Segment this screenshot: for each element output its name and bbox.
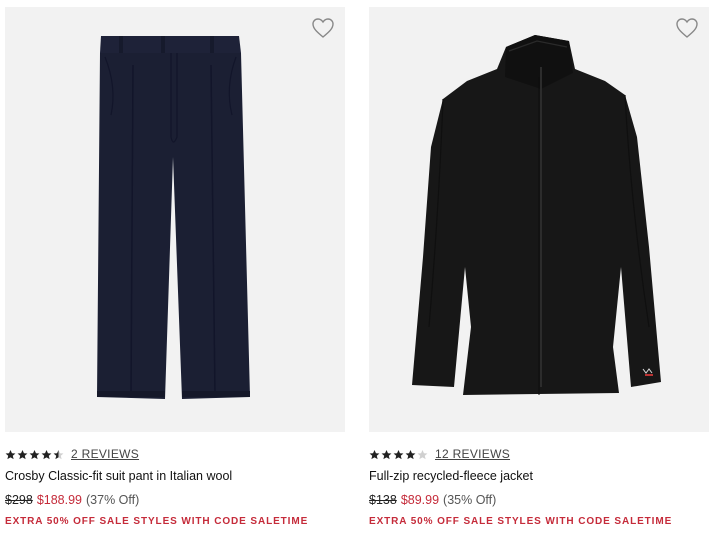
product-image[interactable] bbox=[5, 7, 345, 432]
original-price: $138 bbox=[369, 493, 397, 507]
reviews-link[interactable]: 12 REVIEWS bbox=[435, 447, 510, 461]
sale-price: $188.99 bbox=[36, 493, 82, 507]
product-title[interactable]: Full-zip recycled-fleece jacket bbox=[369, 469, 533, 483]
price-row: $298 $188.99 (37% Off) bbox=[5, 493, 139, 507]
sale-price: $89.99 bbox=[400, 493, 440, 507]
reviews-link[interactable]: 2 REVIEWS bbox=[71, 447, 139, 461]
star-filled-icon bbox=[369, 449, 380, 459]
fleece-jacket-image bbox=[412, 35, 661, 395]
star-filled-icon bbox=[405, 449, 416, 459]
rating-row: 2 REVIEWS bbox=[5, 446, 139, 462]
promo-message: EXTRA 50% OFF SALE STYLES WITH CODE SALE… bbox=[5, 516, 309, 527]
discount-percent: (35% Off) bbox=[443, 493, 497, 507]
star-filled-icon bbox=[5, 449, 16, 459]
price-row: $138 $89.99 (35% Off) bbox=[369, 493, 496, 507]
discount-percent: (37% Off) bbox=[86, 493, 140, 507]
suit-pant-image bbox=[97, 36, 250, 399]
product-title[interactable]: Crosby Classic-fit suit pant in Italian … bbox=[5, 469, 232, 483]
original-price: $298 bbox=[5, 493, 33, 507]
product-card[interactable]: 12 REVIEWS Full-zip recycled-fleece jack… bbox=[369, 7, 709, 527]
product-card[interactable]: 2 REVIEWS Crosby Classic-fit suit pant i… bbox=[5, 7, 345, 527]
star-filled-icon bbox=[393, 449, 404, 459]
rating-row: 12 REVIEWS bbox=[369, 446, 510, 462]
star-filled-icon bbox=[381, 449, 392, 459]
heart-outline-icon[interactable] bbox=[675, 17, 699, 39]
star-empty-icon bbox=[417, 449, 428, 459]
star-half-icon bbox=[53, 449, 64, 459]
product-image[interactable] bbox=[369, 7, 709, 432]
star-filled-icon bbox=[41, 449, 52, 459]
star-rating bbox=[369, 449, 428, 460]
star-filled-icon bbox=[17, 449, 28, 459]
star-filled-icon bbox=[29, 449, 40, 459]
promo-message: EXTRA 50% OFF SALE STYLES WITH CODE SALE… bbox=[369, 516, 673, 527]
star-rating bbox=[5, 449, 64, 460]
heart-outline-icon[interactable] bbox=[311, 17, 335, 39]
